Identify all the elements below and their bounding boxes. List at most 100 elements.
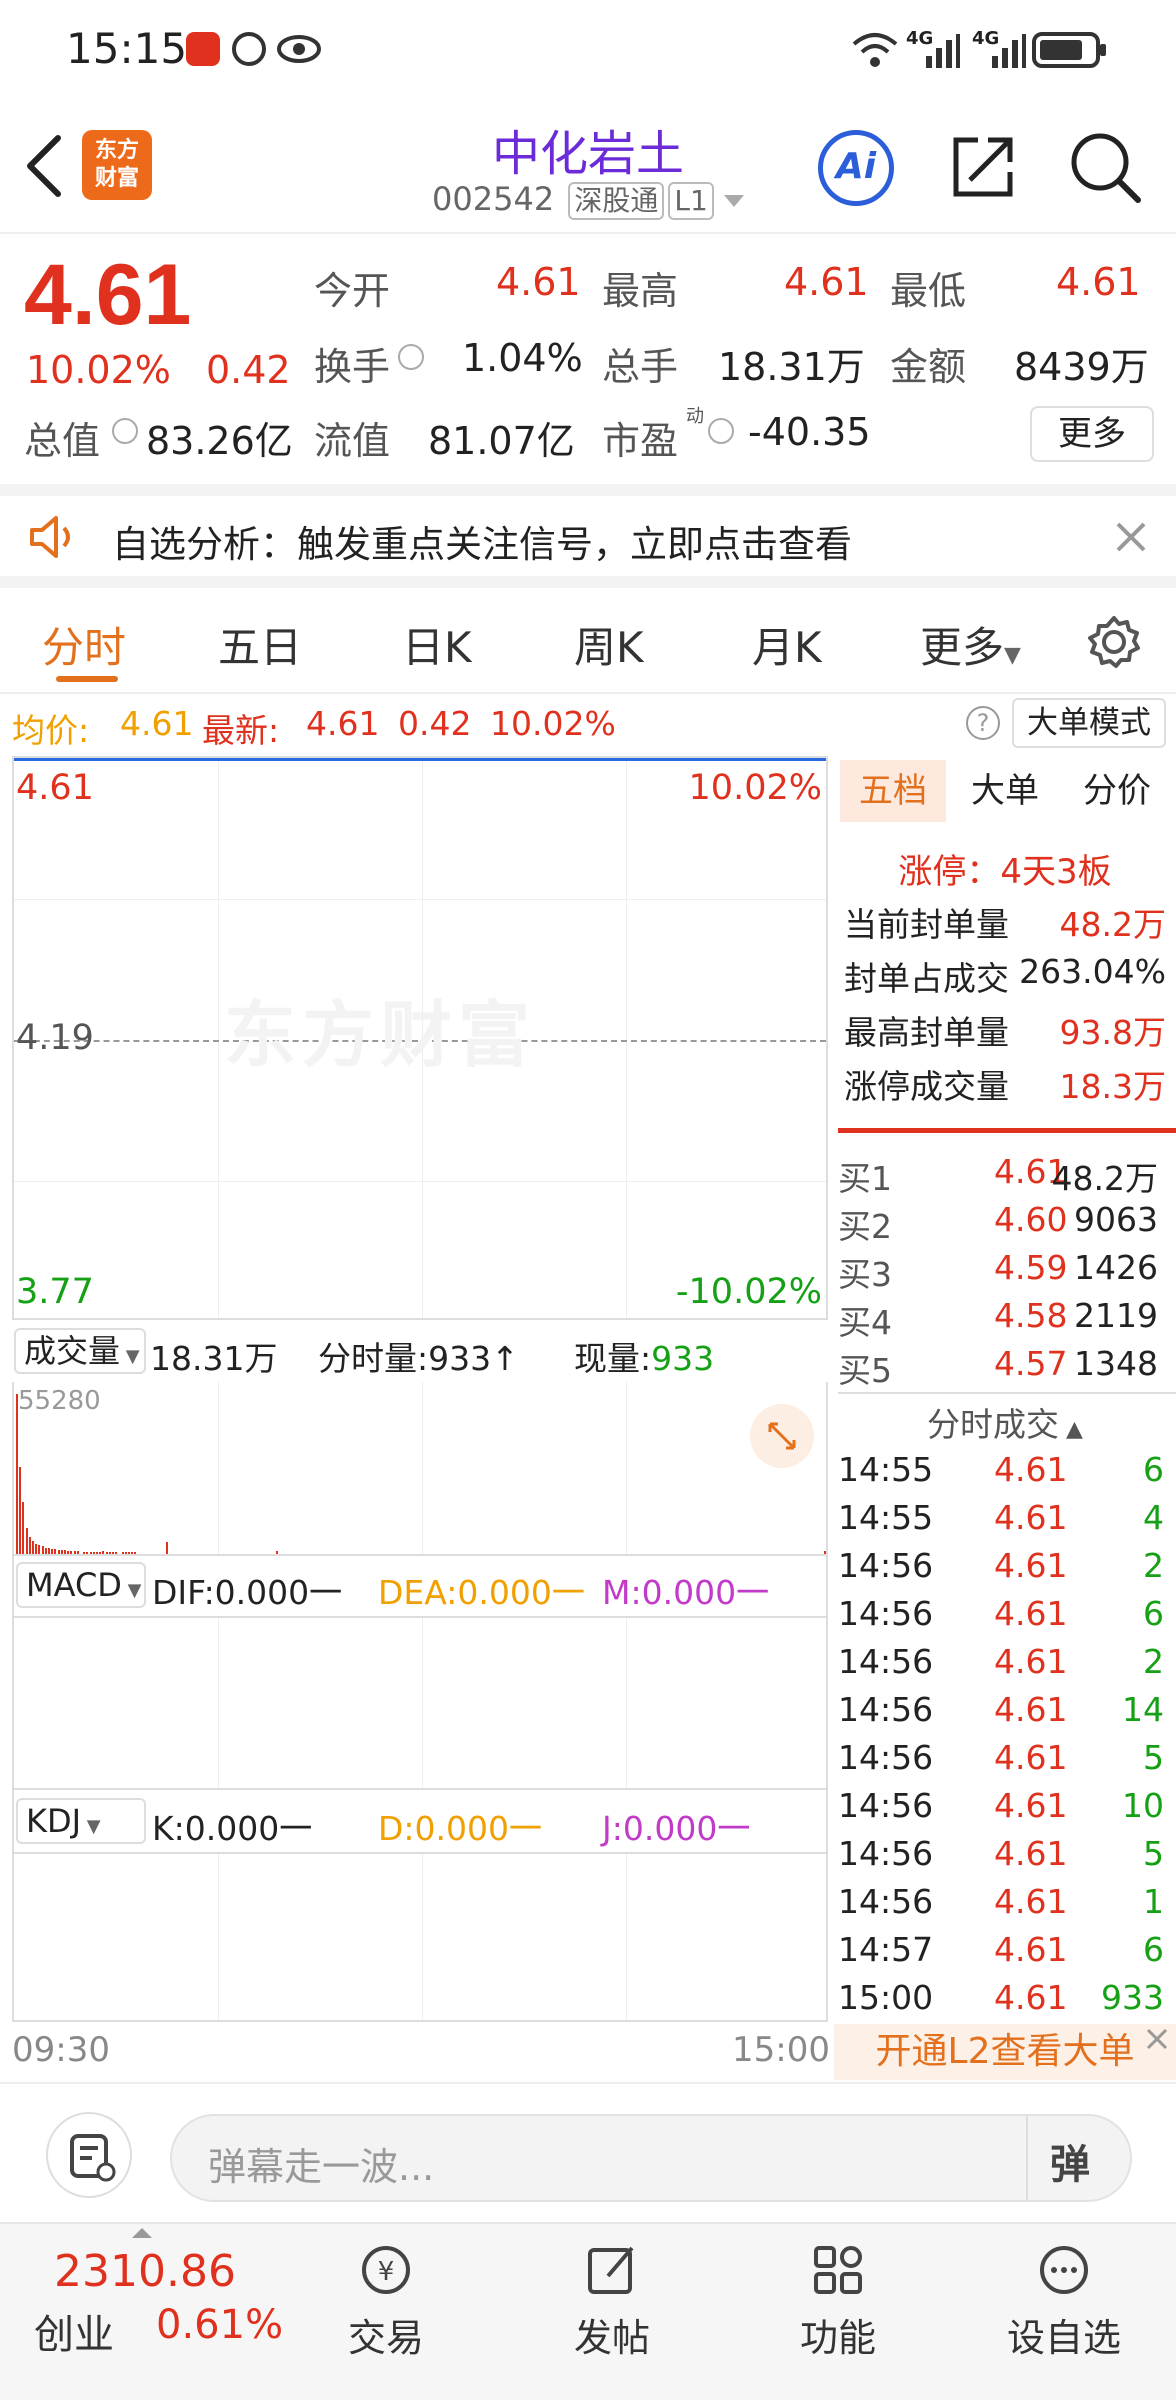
nav-add-watchlist[interactable]: 设自选 — [984, 2242, 1144, 2362]
status-bar: 15:15 4G 4G — [0, 0, 1176, 100]
tick-volume: 5 — [1143, 1738, 1164, 1777]
signal-icon — [926, 34, 960, 68]
ticks-title[interactable]: 分时成交 ▲ — [834, 1398, 1176, 1446]
tab-weekly-k[interactable]: 周K — [574, 614, 644, 675]
pe-superscript: 动 — [686, 406, 704, 427]
volume-bar — [32, 1540, 34, 1554]
level-tag: L1 — [668, 182, 714, 220]
grid-line — [14, 1181, 826, 1182]
search-icon[interactable] — [1068, 130, 1144, 206]
stat-label: 涨停成交量 — [844, 1067, 1009, 1106]
help-icon[interactable]: ? — [966, 706, 1000, 740]
y-bottom-label: 3.77 — [16, 1272, 94, 1312]
tick-volume: 2 — [1143, 1642, 1164, 1681]
tab-intraday[interactable]: 分时 — [42, 614, 126, 675]
tab-daily-k[interactable]: 日K — [402, 614, 472, 675]
index-name[interactable]: 创业 — [34, 2302, 114, 2360]
tick-volume: 10 — [1122, 1786, 1164, 1825]
bid-volume: 2119 — [1074, 1296, 1158, 1335]
more-button[interactable]: 更多 — [1030, 406, 1154, 462]
nav-trade[interactable]: ¥ 交易 — [306, 2242, 466, 2362]
caret-up-icon[interactable] — [132, 2228, 152, 2238]
kdj-k: K:0.000一 — [152, 1809, 313, 1848]
tick-time: 14:56 — [838, 1546, 934, 1585]
mcap-value: 83.26亿 — [146, 419, 293, 463]
close-icon[interactable] — [1144, 2026, 1170, 2052]
info-icon[interactable] — [112, 418, 138, 444]
info-icon[interactable] — [708, 418, 734, 444]
volume-bar — [134, 1552, 137, 1554]
index-pct[interactable]: 0.61% — [156, 2302, 283, 2348]
ai-button[interactable]: Ai — [818, 130, 894, 206]
tick-time: 14:55 — [838, 1450, 934, 1489]
bid-price: 4.57 — [994, 1344, 1068, 1383]
tab-five-day[interactable]: 五日 — [218, 614, 302, 675]
macd-dif: DIF:0.000一 — [152, 1573, 343, 1612]
tick-row: 14:56 4.61 6 — [838, 1594, 1170, 1633]
comment-list-button[interactable] — [46, 2112, 132, 2198]
alert-banner[interactable]: 自选分析：触发重点关注信号，立即点击查看 — [0, 484, 1176, 588]
grid-line — [218, 1854, 219, 2020]
avg-value: 4.61 — [120, 704, 194, 743]
close-icon[interactable] — [1114, 520, 1148, 554]
tab-big-order[interactable]: 大单 — [952, 760, 1058, 822]
tick-time: 14:56 — [838, 1786, 934, 1825]
order-book-panel: 五档 大单 分价 涨停：4天3板 当前封单量 48.2万 封单占成交 263.04%… — [834, 756, 1176, 2080]
bid-label: 买2 — [838, 1207, 892, 1246]
tab-five-level[interactable]: 五档 — [840, 760, 946, 822]
divider — [838, 1392, 1176, 1394]
macd-selector[interactable]: MACD ▼ — [16, 1562, 146, 1608]
bid-volume: 9063 — [1074, 1200, 1158, 1239]
tick-row: 14:56 4.61 14 — [838, 1690, 1170, 1729]
volume-bar — [25, 1527, 28, 1554]
volume-bar — [166, 1542, 168, 1554]
kdj-selector[interactable]: KDJ ▼ — [16, 1798, 146, 1844]
stat-row: 涨停成交量 18.3万 — [844, 1060, 1176, 1108]
bid-row: 买2 4.60 9063 — [838, 1200, 1170, 1248]
tab-price-distribution[interactable]: 分价 — [1064, 760, 1170, 822]
change-pct: 10.02% — [26, 348, 171, 392]
minute-volume-label: 分时量: — [318, 1339, 429, 1378]
volume-bar — [112, 1552, 114, 1554]
big-order-mode-button[interactable]: 大单模式 — [1012, 698, 1166, 748]
status-time: 15:15 — [66, 24, 188, 73]
volume-bar — [76, 1551, 79, 1554]
gear-icon[interactable] — [1086, 614, 1142, 670]
volume-bar — [131, 1552, 134, 1554]
bid-row: 买4 4.58 2119 — [838, 1296, 1170, 1344]
tick-time: 15:00 — [838, 1978, 934, 2017]
danmaku-input[interactable]: 弹幕走一波... 弹 — [170, 2114, 1132, 2202]
current-volume: 现量:933 — [574, 1332, 714, 1380]
chevron-down-icon[interactable] — [723, 195, 744, 207]
macd-selector-label: MACD — [26, 1566, 122, 1604]
volume-bar — [44, 1547, 47, 1554]
index-value[interactable]: 2310.86 — [54, 2246, 236, 2297]
kdj-chart[interactable] — [12, 1852, 828, 2022]
ticks-title-label: 分时成交 — [927, 1405, 1060, 1444]
nav-post[interactable]: 发帖 — [532, 2242, 692, 2362]
bid-volume: 1426 — [1074, 1248, 1158, 1287]
intraday-chart[interactable]: 东方财富 4.61 4.19 3.77 10.02% -10.02% — [12, 756, 828, 1320]
info-icon[interactable] — [398, 344, 424, 370]
tick-time: 14:56 — [838, 1738, 934, 1777]
tab-monthly-k[interactable]: 月K — [752, 614, 822, 675]
nav-functions[interactable]: 功能 — [758, 2242, 918, 2362]
nav-add-watchlist-label: 设自选 — [1006, 2316, 1121, 2360]
volume-chart[interactable]: 55280 — [12, 1382, 828, 1556]
volume-bar — [48, 1548, 50, 1554]
tick-price: 4.61 — [994, 1450, 1068, 1489]
tick-time: 14:56 — [838, 1690, 934, 1729]
tick-row: 14:55 4.61 6 — [838, 1450, 1170, 1489]
caret-down-icon: ▼ — [120, 1346, 140, 1367]
macd-chart[interactable] — [12, 1616, 828, 1790]
market-tag: 深股通 — [568, 182, 665, 220]
tab-more[interactable]: 更多▼ — [920, 614, 1021, 675]
volume-bar — [108, 1552, 111, 1554]
share-icon[interactable] — [948, 132, 1018, 202]
danmaku-toggle-button[interactable]: 弹 — [1050, 2132, 1090, 2190]
volume-bar — [70, 1550, 73, 1554]
volume-selector[interactable]: 成交量 ▼ — [14, 1328, 146, 1374]
l2-promo-banner[interactable]: 开通L2查看大单 — [834, 2024, 1176, 2080]
current-price: 4.61 — [24, 247, 192, 343]
stock-header: 东方 财富 中化岩土 002542 深股通 L1 Ai — [0, 100, 1176, 234]
